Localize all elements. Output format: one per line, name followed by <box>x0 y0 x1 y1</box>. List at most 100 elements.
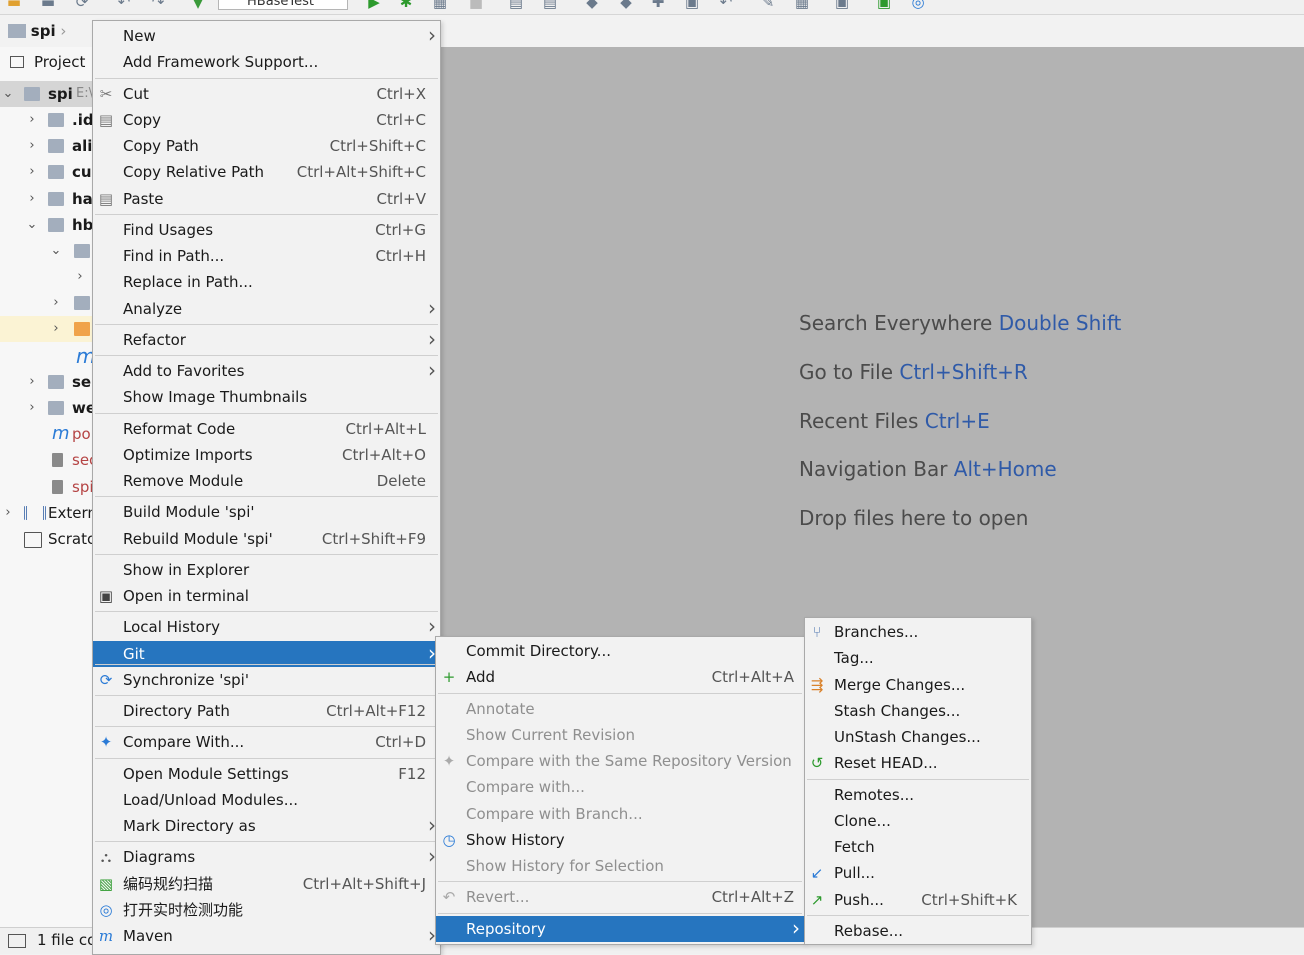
run-icon[interactable]: ▶ <box>366 0 382 10</box>
menu-item-push[interactable]: ↗ Push... Ctrl+Shift+K <box>805 887 1031 913</box>
debug-icon[interactable]: ✱ <box>398 0 414 10</box>
menu-item-add-to-favorites[interactable]: Add to Favorites › <box>93 358 440 384</box>
menu-item-mark-directory-as[interactable]: Mark Directory as › <box>93 813 440 839</box>
menu-item-show-image-thumbnails[interactable]: Show Image Thumbnails <box>93 384 440 410</box>
menu-item-synchronize-spi[interactable]: ⟳ Synchronize 'spi' <box>93 667 440 693</box>
plugin-icon[interactable]: ▣ <box>876 0 892 10</box>
undo-icon[interactable]: ↶ <box>718 0 734 10</box>
menu-item-local-history[interactable]: Local History › <box>93 614 440 640</box>
menu-item-find-usages[interactable]: Find Usages Ctrl+G <box>93 217 440 243</box>
stop-icon[interactable]: ■ <box>468 0 484 10</box>
menu-item-item[interactable]: ◎ 打开实时检测功能 <box>93 897 440 923</box>
menu-item-open-module-settings[interactable]: Open Module Settings F12 <box>93 761 440 787</box>
tool-windows-icon[interactable] <box>8 934 26 948</box>
run-config-select[interactable]: HBaseTest <box>218 0 348 10</box>
chevron-down-icon[interactable]: ⌄ <box>50 238 62 264</box>
open-folder-icon[interactable]: ▬ <box>6 0 22 10</box>
menu-item-reformat-code[interactable]: Reformat Code Ctrl+Alt+L <box>93 416 440 442</box>
menu-item-tag[interactable]: Tag... <box>805 645 1031 671</box>
tree-node[interactable]: › ser <box>0 369 93 395</box>
menu-item-new[interactable]: New › <box>93 23 440 49</box>
menu-item-cut[interactable]: ✂ Cut Ctrl+X <box>93 81 440 107</box>
chevron-right-icon[interactable]: › <box>26 395 38 421</box>
menu-item-replace-in-path[interactable]: Replace in Path... <box>93 269 440 295</box>
menu-item-copy-path[interactable]: Copy Path Ctrl+Shift+C <box>93 133 440 159</box>
menu-item-directory-path[interactable]: Directory Path Ctrl+Alt+F12 <box>93 698 440 724</box>
tree-node[interactable]: › <box>0 264 93 290</box>
project-tool-window-header[interactable]: Project <box>0 49 93 75</box>
chevron-right-icon[interactable]: › <box>74 264 86 290</box>
menu-item-remotes[interactable]: Remotes... <box>805 782 1031 808</box>
chevron-down-icon[interactable]: ⌄ <box>26 212 38 238</box>
chevron-right-icon[interactable]: › <box>26 369 38 395</box>
chevron-right-icon[interactable]: › <box>2 500 14 526</box>
tree-node[interactable]: › Extern <box>0 500 93 526</box>
breadcrumb[interactable]: spi › <box>8 20 66 42</box>
settings-icon[interactable]: ▣ <box>684 0 700 10</box>
chevron-right-icon[interactable]: › <box>26 133 38 159</box>
tree-node[interactable]: po m <box>0 421 93 447</box>
menu-item-load-unload-modules[interactable]: Load/Unload Modules... <box>93 787 440 813</box>
menu-item-diagrams[interactable]: ⛬ Diagrams › <box>93 844 440 870</box>
menu-item-unstash-changes[interactable]: UnStash Changes... <box>805 724 1031 750</box>
menu-item-open-in-terminal[interactable]: ▣ Open in terminal <box>93 583 440 609</box>
structure-icon[interactable]: ▦ <box>794 0 810 10</box>
menu-item-paste[interactable]: ▤ Paste Ctrl+V <box>93 186 440 212</box>
menu-item-show-history[interactable]: ◷ Show History <box>436 827 804 853</box>
menu-item-analyze[interactable]: Analyze › <box>93 296 440 322</box>
menu-item-fetch[interactable]: Fetch <box>805 834 1031 860</box>
menu-item-copy[interactable]: ▤ Copy Ctrl+C <box>93 107 440 133</box>
chevron-down-icon[interactable]: ⌄ <box>2 81 14 107</box>
menu-item-repository[interactable]: Repository › <box>436 916 804 942</box>
menu-item-remove-module[interactable]: Remove Module Delete <box>93 468 440 494</box>
menu-item-optimize-imports[interactable]: Optimize Imports Ctrl+Alt+O <box>93 442 440 468</box>
tree-node[interactable]: › <box>0 290 93 316</box>
menu-item-refactor[interactable]: Refactor › <box>93 327 440 353</box>
vcs-commit-icon[interactable]: ▤ <box>542 0 558 10</box>
chevron-right-icon[interactable]: › <box>26 159 38 185</box>
tree-node[interactable]: sec <box>0 447 93 473</box>
tree-node[interactable]: › ha <box>0 186 93 212</box>
menu-item-reset-head[interactable]: ↺ Reset HEAD... <box>805 750 1031 776</box>
check-icon[interactable]: ◎ <box>910 0 926 10</box>
menu-item-item[interactable]: ▧ 编码规约扫描 Ctrl+Alt+Shift+J <box>93 871 440 897</box>
menu-item-add-framework-support[interactable]: Add Framework Support... <box>93 49 440 75</box>
vcs-update-icon[interactable]: ▤ <box>508 0 524 10</box>
build-icon[interactable]: ▼ <box>190 0 206 10</box>
menu-item-branches[interactable]: ⑂ Branches... <box>805 619 1031 645</box>
tree-node[interactable]: › .id <box>0 107 93 133</box>
tree-node[interactable]: › ali <box>0 133 93 159</box>
back-icon[interactable]: ↶ <box>116 0 132 10</box>
tree-node[interactable]: ⌄ hb <box>0 212 93 238</box>
menu-item-copy-relative-path[interactable]: Copy Relative Path Ctrl+Alt+Shift+C <box>93 159 440 185</box>
vcs-compare-icon[interactable]: ◆ <box>584 0 600 10</box>
vcs-history-icon[interactable]: ◆ <box>618 0 634 10</box>
menu-item-clone[interactable]: Clone... <box>805 808 1031 834</box>
menu-item-pull[interactable]: ↙ Pull... <box>805 860 1031 886</box>
tree-node[interactable]: › cu <box>0 159 93 185</box>
menu-item-compare-with[interactable]: ✦ Compare With... Ctrl+D <box>93 729 440 755</box>
menu-item-build-module-spi[interactable]: Build Module 'spi' <box>93 499 440 525</box>
tree-node[interactable]: spi <box>0 474 93 500</box>
menu-item-maven[interactable]: m Maven › <box>93 923 440 949</box>
tree-node[interactable]: Scratc <box>0 526 93 552</box>
forward-icon[interactable]: ↷ <box>150 0 166 10</box>
tools-icon[interactable]: ✎ <box>760 0 776 10</box>
tree-node[interactable]: › we <box>0 395 93 421</box>
menu-item-add[interactable]: + Add Ctrl+Alt+A <box>436 664 804 690</box>
menu-item-merge-changes[interactable]: ⇶ Merge Changes... <box>805 672 1031 698</box>
tree-node[interactable]: ⌄ <box>0 238 93 264</box>
menu-item-find-in-path[interactable]: Find in Path... Ctrl+H <box>93 243 440 269</box>
menu-item-show-in-explorer[interactable]: Show in Explorer <box>93 557 440 583</box>
menu-item-rebase[interactable]: Rebase... <box>805 918 1031 944</box>
menu-item-commit-directory[interactable]: Commit Directory... <box>436 638 804 664</box>
chevron-right-icon[interactable]: › <box>50 290 62 316</box>
chevron-right-icon[interactable]: › <box>26 186 38 212</box>
sdk-icon[interactable]: ▣ <box>834 0 850 10</box>
menu-item-rebuild-module-spi[interactable]: Rebuild Module 'spi' Ctrl+Shift+F9 <box>93 526 440 552</box>
chevron-right-icon[interactable]: › <box>50 316 62 342</box>
vcs-revert-icon[interactable]: ✚ <box>650 0 666 10</box>
save-icon[interactable]: ▬ <box>40 0 56 10</box>
tree-node[interactable]: › <box>0 316 93 342</box>
tree-node[interactable]: m <box>0 343 93 369</box>
